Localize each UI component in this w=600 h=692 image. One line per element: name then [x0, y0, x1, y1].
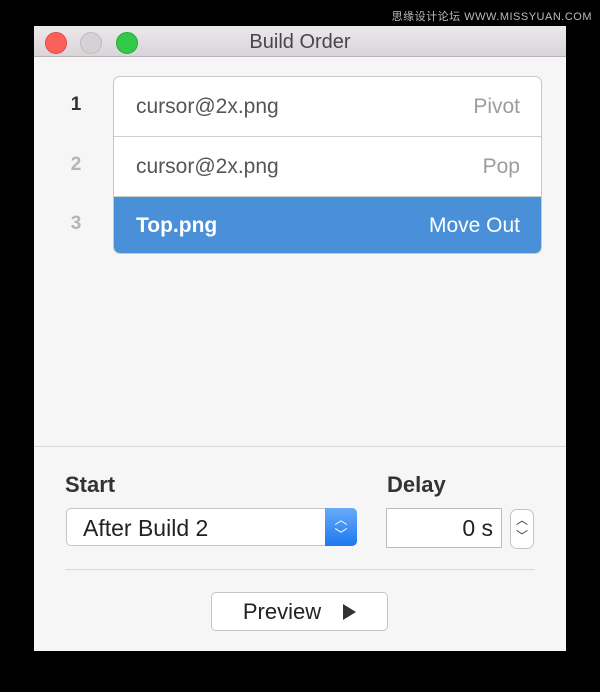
- chevron-up-down-icon: ︿ ﹀: [325, 508, 357, 546]
- delay-field[interactable]: 0 s: [386, 508, 502, 548]
- build-number: 1: [70, 94, 82, 115]
- build-action: Pop: [482, 154, 520, 178]
- delay-stepper[interactable]: ︿ ﹀: [510, 509, 534, 549]
- build-number: 3: [70, 213, 82, 234]
- preview-button[interactable]: Preview: [211, 592, 388, 631]
- title-bar: Build Order: [34, 26, 566, 57]
- build-row[interactable]: cursor@2x.png Pivot: [114, 77, 541, 137]
- build-row-selected[interactable]: Top.png Move Out: [114, 197, 541, 253]
- watermark: 思缘设计论坛 WWW.MISSYUAN.COM: [391, 11, 592, 23]
- build-action: Pivot: [473, 94, 520, 118]
- delay-label: Delay: [387, 472, 446, 497]
- play-icon: [343, 603, 357, 620]
- divider: [34, 446, 566, 447]
- build-row[interactable]: cursor@2x.png Pop: [114, 137, 541, 197]
- preview-label: Preview: [242, 598, 322, 624]
- build-list: cursor@2x.png Pivot cursor@2x.png Pop Top.…: [113, 76, 542, 254]
- build-name: cursor@2x.png: [136, 154, 279, 178]
- build-action: Move Out: [428, 214, 520, 237]
- build-name: cursor@2x.png: [136, 94, 279, 118]
- build-number: 2: [70, 154, 82, 175]
- start-label: Start: [65, 472, 116, 497]
- build-order-window: Build Order 1 2 3 cursor@2x.png Pivot cur…: [34, 26, 566, 651]
- build-name: Top.png: [136, 214, 218, 237]
- window-title: Build Order: [249, 31, 351, 53]
- divider: [65, 569, 535, 570]
- start-popup[interactable]: After Build 2 ︿ ﹀: [66, 508, 357, 546]
- start-value: After Build 2: [83, 515, 209, 541]
